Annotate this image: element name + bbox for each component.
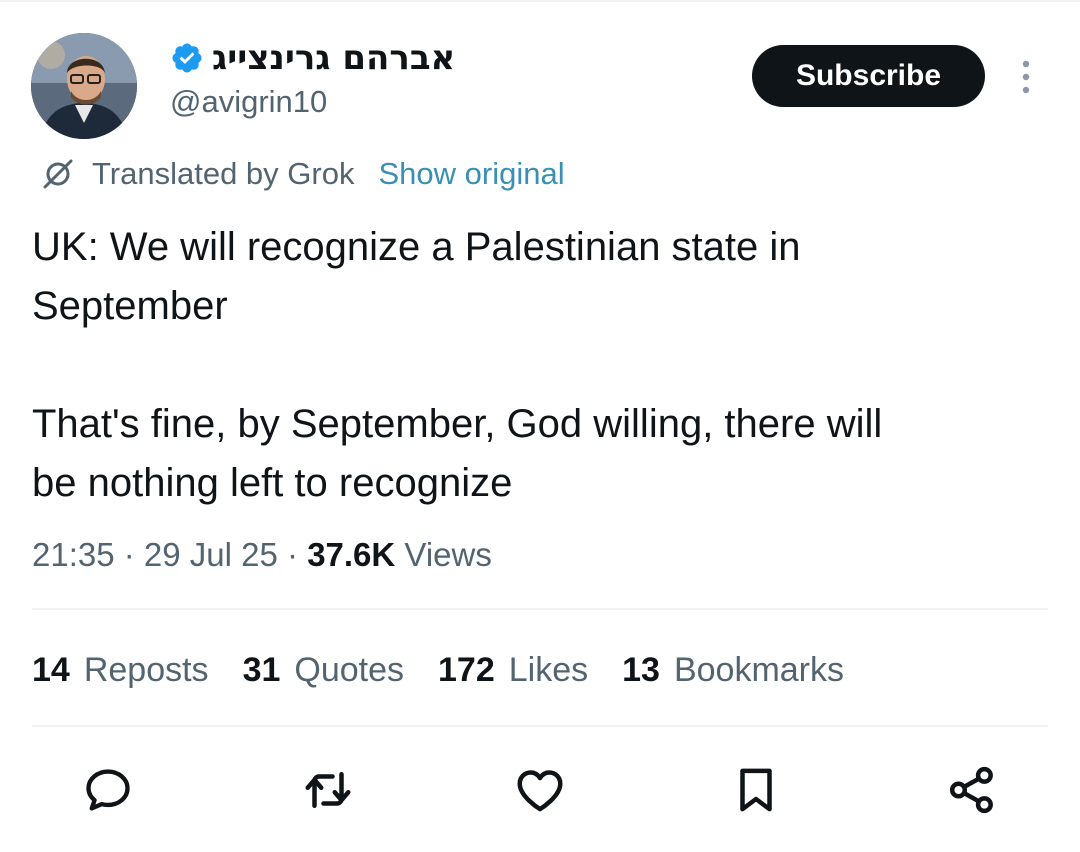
bookmark-button[interactable] [728,762,784,818]
quotes-label: Quotes [294,650,405,689]
author-name-row[interactable]: אברהם גרינצייג [170,36,455,80]
divider [32,608,1048,610]
action-bar [0,762,1080,818]
translated-by-label: Translated by Grok [92,156,355,191]
retweet-icon [305,772,351,808]
views-count: 37.6K [307,536,396,573]
tweet-time[interactable]: 21:35 [32,536,115,574]
bookmarks-label: Bookmarks [673,650,845,689]
reply-icon [86,769,130,811]
more-options-icon[interactable] [1014,58,1038,98]
likes-stat[interactable]: 172 Likes [438,651,588,690]
handle[interactable]: @avigrin10 [170,84,327,120]
grok-icon [43,159,73,189]
tweet-text: UK: We will recognize a Palestinian stat… [32,225,883,505]
divider [32,725,1048,727]
bookmarks-stat[interactable]: 13 Bookmarks [622,651,844,690]
verified-badge-icon [172,43,202,73]
tweet-date[interactable]: 29 Jul 25 [144,536,278,574]
like-button[interactable] [512,762,568,818]
quotes-stat[interactable]: 31 Quotes [243,651,404,690]
translation-row: Translated by Grok Show original [40,154,565,194]
likes-count: 172 [438,650,495,689]
avatar[interactable] [31,33,137,139]
meta-separator: · [114,536,144,573]
reposts-count: 14 [32,650,70,689]
views-label-text: Views [404,536,492,573]
like-icon [517,770,563,812]
meta-separator: · [277,536,308,573]
quotes-count: 31 [242,650,281,689]
reply-button[interactable] [80,762,136,818]
bookmarks-count: 13 [622,650,660,689]
top-border [0,0,1080,2]
show-original-link[interactable]: Show original [378,156,564,192]
display-name[interactable]: אברהם גרינצייג [212,38,455,78]
tweet-meta: 21:35 · 29 Jul 25 · 37.6K Views [32,530,492,580]
retweet-button[interactable] [300,762,356,818]
likes-label: Likes [508,650,589,689]
engagement-stats: 14 Reposts 31 Quotes 172 Likes 13 Bookmarks [32,645,878,695]
bookmark-icon [740,768,772,812]
reposts-stat[interactable]: 14 Reposts [32,651,209,690]
share-button[interactable] [944,762,1000,818]
subscribe-button[interactable]: Subscribe [752,45,985,107]
share-icon [949,766,993,814]
reposts-label: Reposts [83,650,209,689]
views-label: Views [395,536,492,574]
